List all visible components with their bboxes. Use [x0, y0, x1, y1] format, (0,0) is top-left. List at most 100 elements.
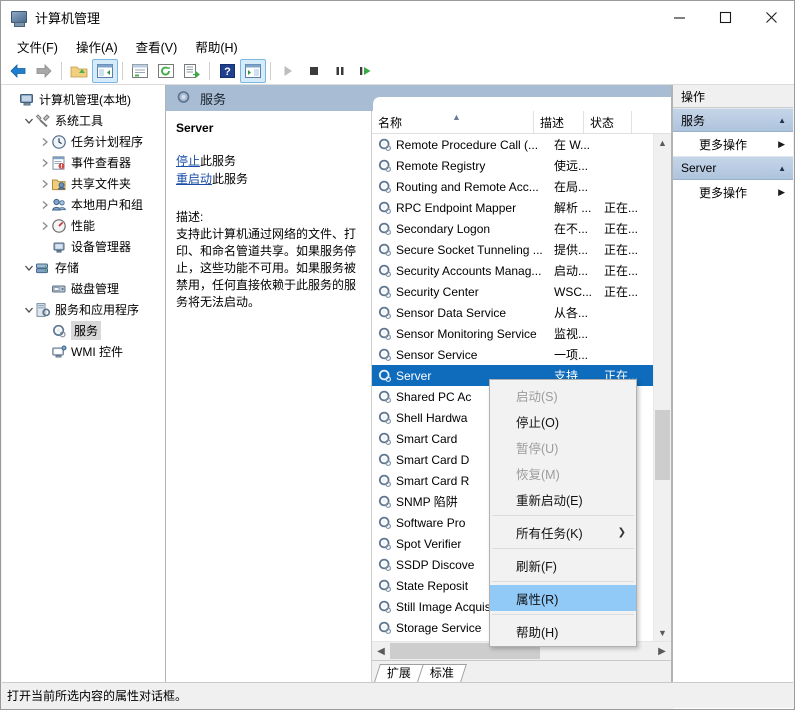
tree-computer-management-local[interactable]: 计算机管理(本地) — [2, 89, 165, 110]
stop-service-link[interactable]: 停止 — [176, 154, 200, 168]
status-bar-text: 打开当前所选内容的属性对话框。 — [7, 687, 187, 704]
service-gear-icon — [377, 179, 393, 195]
show-action-pane-icon[interactable] — [240, 59, 266, 83]
tree-event-viewer[interactable]: 事件查看器 — [2, 152, 165, 173]
table-row[interactable]: Sensor Data Service从各... — [372, 302, 653, 323]
column-header-description[interactable]: 描述 — [534, 111, 584, 133]
vertical-scroll-thumb[interactable] — [655, 410, 670, 480]
scroll-right-icon[interactable]: ▶ — [653, 642, 671, 660]
menu-file[interactable]: 文件(F) — [8, 35, 67, 58]
service-gear-icon — [377, 599, 393, 615]
service-gear-icon — [377, 137, 393, 153]
chevron-up-icon[interactable]: ▲ — [778, 116, 786, 125]
submenu-arrow-icon: ▶ — [778, 187, 785, 198]
service-gear-icon — [377, 620, 393, 636]
ctx-refresh[interactable]: 刷新(F) — [490, 552, 636, 578]
chevron-right-icon[interactable] — [38, 156, 51, 169]
ctx-help[interactable]: 帮助(H) — [490, 618, 636, 644]
close-icon[interactable] — [748, 1, 794, 34]
ctx-all-tasks[interactable]: 所有任务(K)❯ — [490, 519, 636, 545]
start-service-icon[interactable] — [275, 59, 301, 83]
chevron-up-icon[interactable]: ▲ — [778, 164, 786, 173]
table-row[interactable]: Sensor Monitoring Service监视... — [372, 323, 653, 344]
column-header-name[interactable]: 名称 ▲ — [372, 111, 534, 133]
list-vertical-scrollbar[interactable]: ▲ ▼ — [653, 134, 671, 641]
table-row[interactable]: Remote Procedure Call (...在 W... — [372, 134, 653, 155]
table-row[interactable]: Remote Registry使远... — [372, 155, 653, 176]
restart-service-icon[interactable] — [353, 59, 379, 83]
tree-device-manager[interactable]: 设备管理器 — [2, 236, 165, 257]
table-row[interactable]: Secure Socket Tunneling ...提供...正在... — [372, 239, 653, 260]
window-title: 计算机管理 — [35, 8, 100, 27]
more-actions-services[interactable]: 更多操作 ▶ — [673, 132, 793, 156]
column-header-status-label: 状态 — [590, 114, 614, 131]
table-row[interactable]: Routing and Remote Acc...在局... — [372, 176, 653, 197]
cell-status: 正在... — [604, 283, 652, 300]
tab-standard-label: 标准 — [430, 665, 454, 682]
pause-service-icon[interactable] — [327, 59, 353, 83]
ctx-restart[interactable]: 重新启动(E) — [490, 486, 636, 512]
tree-wmi-control[interactable]: WMI 控件 — [2, 341, 165, 362]
more-actions-server[interactable]: 更多操作 ▶ — [673, 180, 793, 204]
minimize-icon[interactable] — [656, 1, 702, 34]
maximize-icon[interactable] — [702, 1, 748, 34]
menu-separator — [492, 515, 634, 516]
ctx-stop[interactable]: 停止(O) — [490, 408, 636, 434]
tree-spacer — [38, 345, 51, 358]
chevron-right-icon[interactable] — [38, 219, 51, 232]
tree-services-applications[interactable]: 服务和应用程序 — [2, 299, 165, 320]
table-row[interactable]: Secondary Logon在不...正在... — [372, 218, 653, 239]
chevron-right-icon[interactable] — [38, 177, 51, 190]
actions-group-server[interactable]: Server ▲ — [673, 156, 793, 180]
column-header-status[interactable]: 状态 — [584, 111, 632, 133]
restart-service-suffix: 此服务 — [212, 172, 248, 186]
tree-task-scheduler[interactable]: 任务计划程序 — [2, 131, 165, 152]
table-row[interactable]: Security CenterWSC...正在... — [372, 281, 653, 302]
help-icon[interactable]: ? — [214, 59, 240, 83]
table-row[interactable]: Security Accounts Manag...启动...正在... — [372, 260, 653, 281]
tab-standard[interactable]: 标准 — [417, 664, 467, 682]
chevron-right-icon[interactable] — [38, 135, 51, 148]
service-gear-icon — [377, 221, 393, 237]
tree-storage[interactable]: 存储 — [2, 257, 165, 278]
view-tabs: 扩展 标准 — [372, 660, 671, 682]
scroll-left-icon[interactable]: ◀ — [372, 642, 390, 660]
table-row[interactable]: Sensor Service一项... — [372, 344, 653, 365]
tree-services[interactable]: 服务 — [2, 320, 165, 341]
ctx-restart-label: 重新启动(E) — [516, 490, 626, 509]
scroll-down-icon[interactable]: ▼ — [654, 624, 671, 641]
tree-system-tools[interactable]: 系统工具 — [2, 110, 165, 131]
stop-service-icon[interactable] — [301, 59, 327, 83]
tree-performance[interactable]: 性能 — [2, 215, 165, 236]
menu-help[interactable]: 帮助(H) — [186, 35, 246, 58]
tree-disk-management-label: 磁盘管理 — [71, 280, 119, 297]
show-hide-tree-icon[interactable] — [92, 59, 118, 83]
menu-action[interactable]: 操作(A) — [67, 35, 127, 58]
forward-icon[interactable] — [31, 59, 57, 83]
tree-disk-management[interactable]: 磁盘管理 — [2, 278, 165, 299]
stop-service-suffix: 此服务 — [200, 154, 236, 168]
scroll-up-icon[interactable]: ▲ — [654, 134, 671, 151]
export-list-icon[interactable] — [179, 59, 205, 83]
cell-name: Sensor Monitoring Service — [396, 327, 554, 341]
back-icon[interactable] — [5, 59, 31, 83]
up-folder-icon[interactable] — [66, 59, 92, 83]
cell-description: 在 W... — [554, 136, 604, 153]
ctx-properties[interactable]: 属性(R) — [490, 585, 636, 611]
refresh-icon[interactable] — [153, 59, 179, 83]
actions-group-services[interactable]: 服务 ▲ — [673, 108, 793, 132]
menu-view[interactable]: 查看(V) — [127, 35, 187, 58]
tree-shared-folders[interactable]: 共享文件夹 — [2, 173, 165, 194]
chevron-down-icon[interactable] — [22, 114, 35, 127]
properties-window-icon[interactable] — [127, 59, 153, 83]
restart-service-link[interactable]: 重启动 — [176, 172, 212, 186]
table-row[interactable]: RPC Endpoint Mapper解析 ...正在... — [372, 197, 653, 218]
chevron-right-icon[interactable] — [38, 198, 51, 211]
chevron-down-icon[interactable] — [22, 261, 35, 274]
tab-extended[interactable]: 扩展 — [374, 664, 424, 682]
cell-description: 从各... — [554, 304, 604, 321]
chevron-down-icon[interactable] — [22, 303, 35, 316]
center-header-title: 服务 — [200, 89, 226, 108]
ctx-resume: 恢复(M) — [490, 460, 636, 486]
tree-local-users-groups[interactable]: 本地用户和组 — [2, 194, 165, 215]
